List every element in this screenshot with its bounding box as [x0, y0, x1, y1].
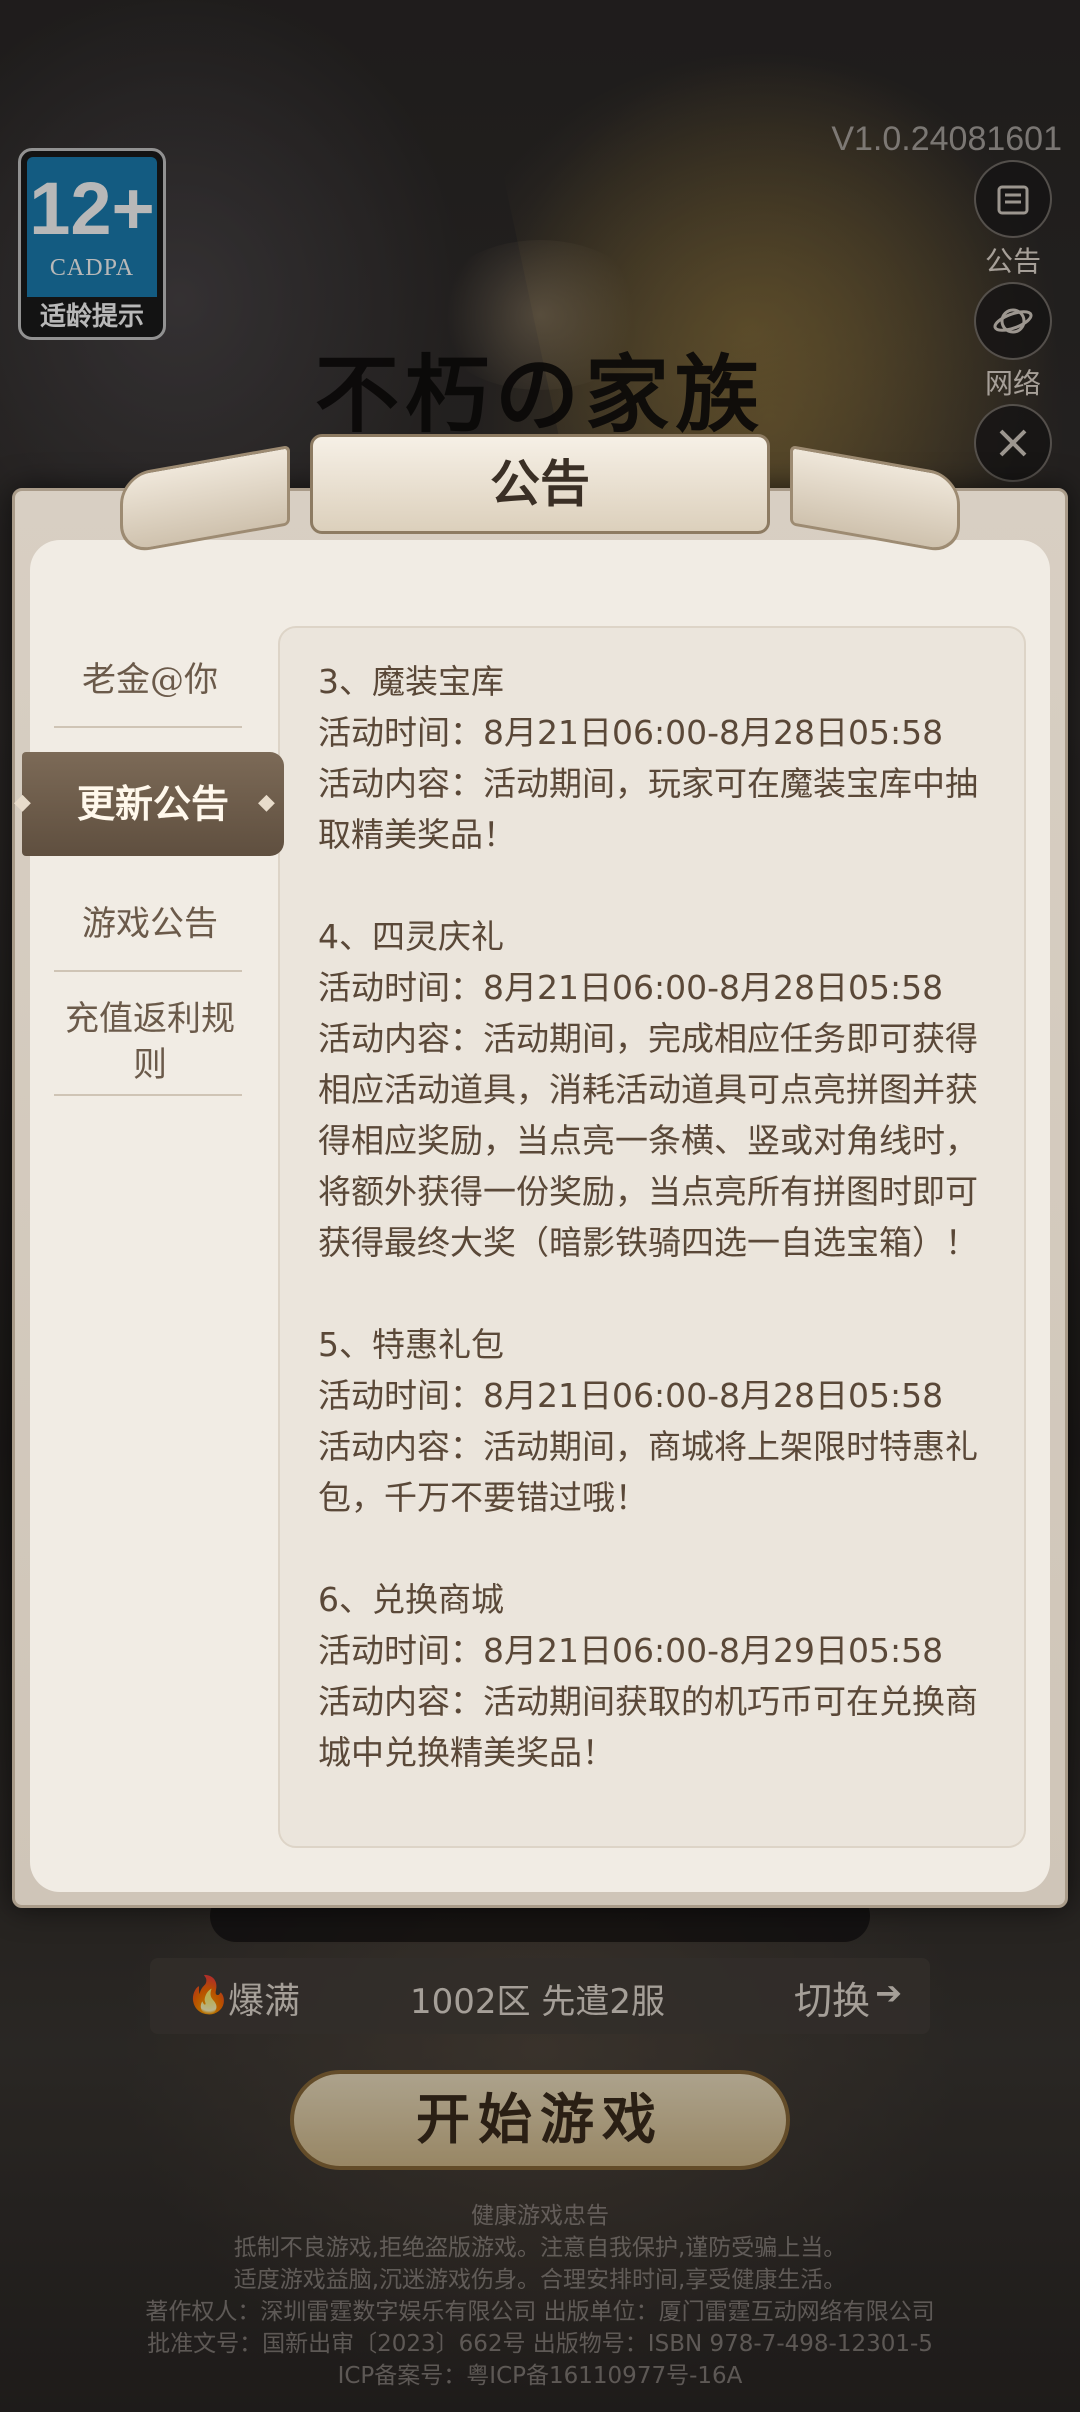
tab-laojin[interactable]: 老金@你: [50, 652, 250, 701]
section-heading: 6、兑换商城: [318, 1580, 504, 1619]
section-heading: 5、特惠礼包: [318, 1325, 504, 1364]
section-time: 活动时间：8月21日06:00-8月28日05:58: [318, 713, 944, 752]
tab-divider: [54, 726, 242, 728]
section-heading: 4、四灵庆礼: [318, 917, 504, 956]
dialog-title-ribbon: 公告: [120, 420, 960, 560]
section-content: 活动内容：活动期间，商城将上架限时特惠礼包，千万不要错过哦！: [318, 1427, 978, 1517]
tab-recharge-rules[interactable]: 充值返利规则: [50, 996, 250, 1088]
section-content: 活动内容：活动期间，玩家可在魔装宝库中抽取精美奖品！: [318, 764, 978, 854]
ribbon-tail-right: [790, 445, 960, 555]
section-content: 活动内容：活动期间获取的机巧币可在兑换商城中兑换精美奖品！: [318, 1682, 978, 1772]
section-heading: 3、魔装宝库: [318, 662, 504, 701]
dialog-title: 公告: [490, 454, 590, 513]
section-content: 活动内容：活动期间，完成相应任务即可获得相应活动道具，消耗活动道具可点亮拼图并获…: [318, 1019, 978, 1262]
tab-game-notice[interactable]: 游戏公告: [50, 896, 250, 945]
section-time: 活动时间：8月21日06:00-8月29日05:58: [318, 1631, 944, 1670]
ribbon-tail-left: [120, 445, 290, 555]
section-time: 活动时间：8月21日06:00-8月28日05:58: [318, 968, 944, 1007]
diamond-icon: ◆: [14, 790, 31, 815]
tab-divider: [54, 1094, 242, 1096]
tab-update-notice[interactable]: 更新公告: [22, 752, 284, 856]
tab-divider: [54, 970, 242, 972]
diamond-icon: ◆: [258, 790, 275, 815]
notice-text: 3、魔装宝库 活动时间：8月21日06:00-8月28日05:58 活动内容：活…: [318, 656, 1008, 1778]
ribbon-center: 公告: [310, 434, 770, 534]
section-time: 活动时间：8月21日06:00-8月28日05:58: [318, 1376, 944, 1415]
